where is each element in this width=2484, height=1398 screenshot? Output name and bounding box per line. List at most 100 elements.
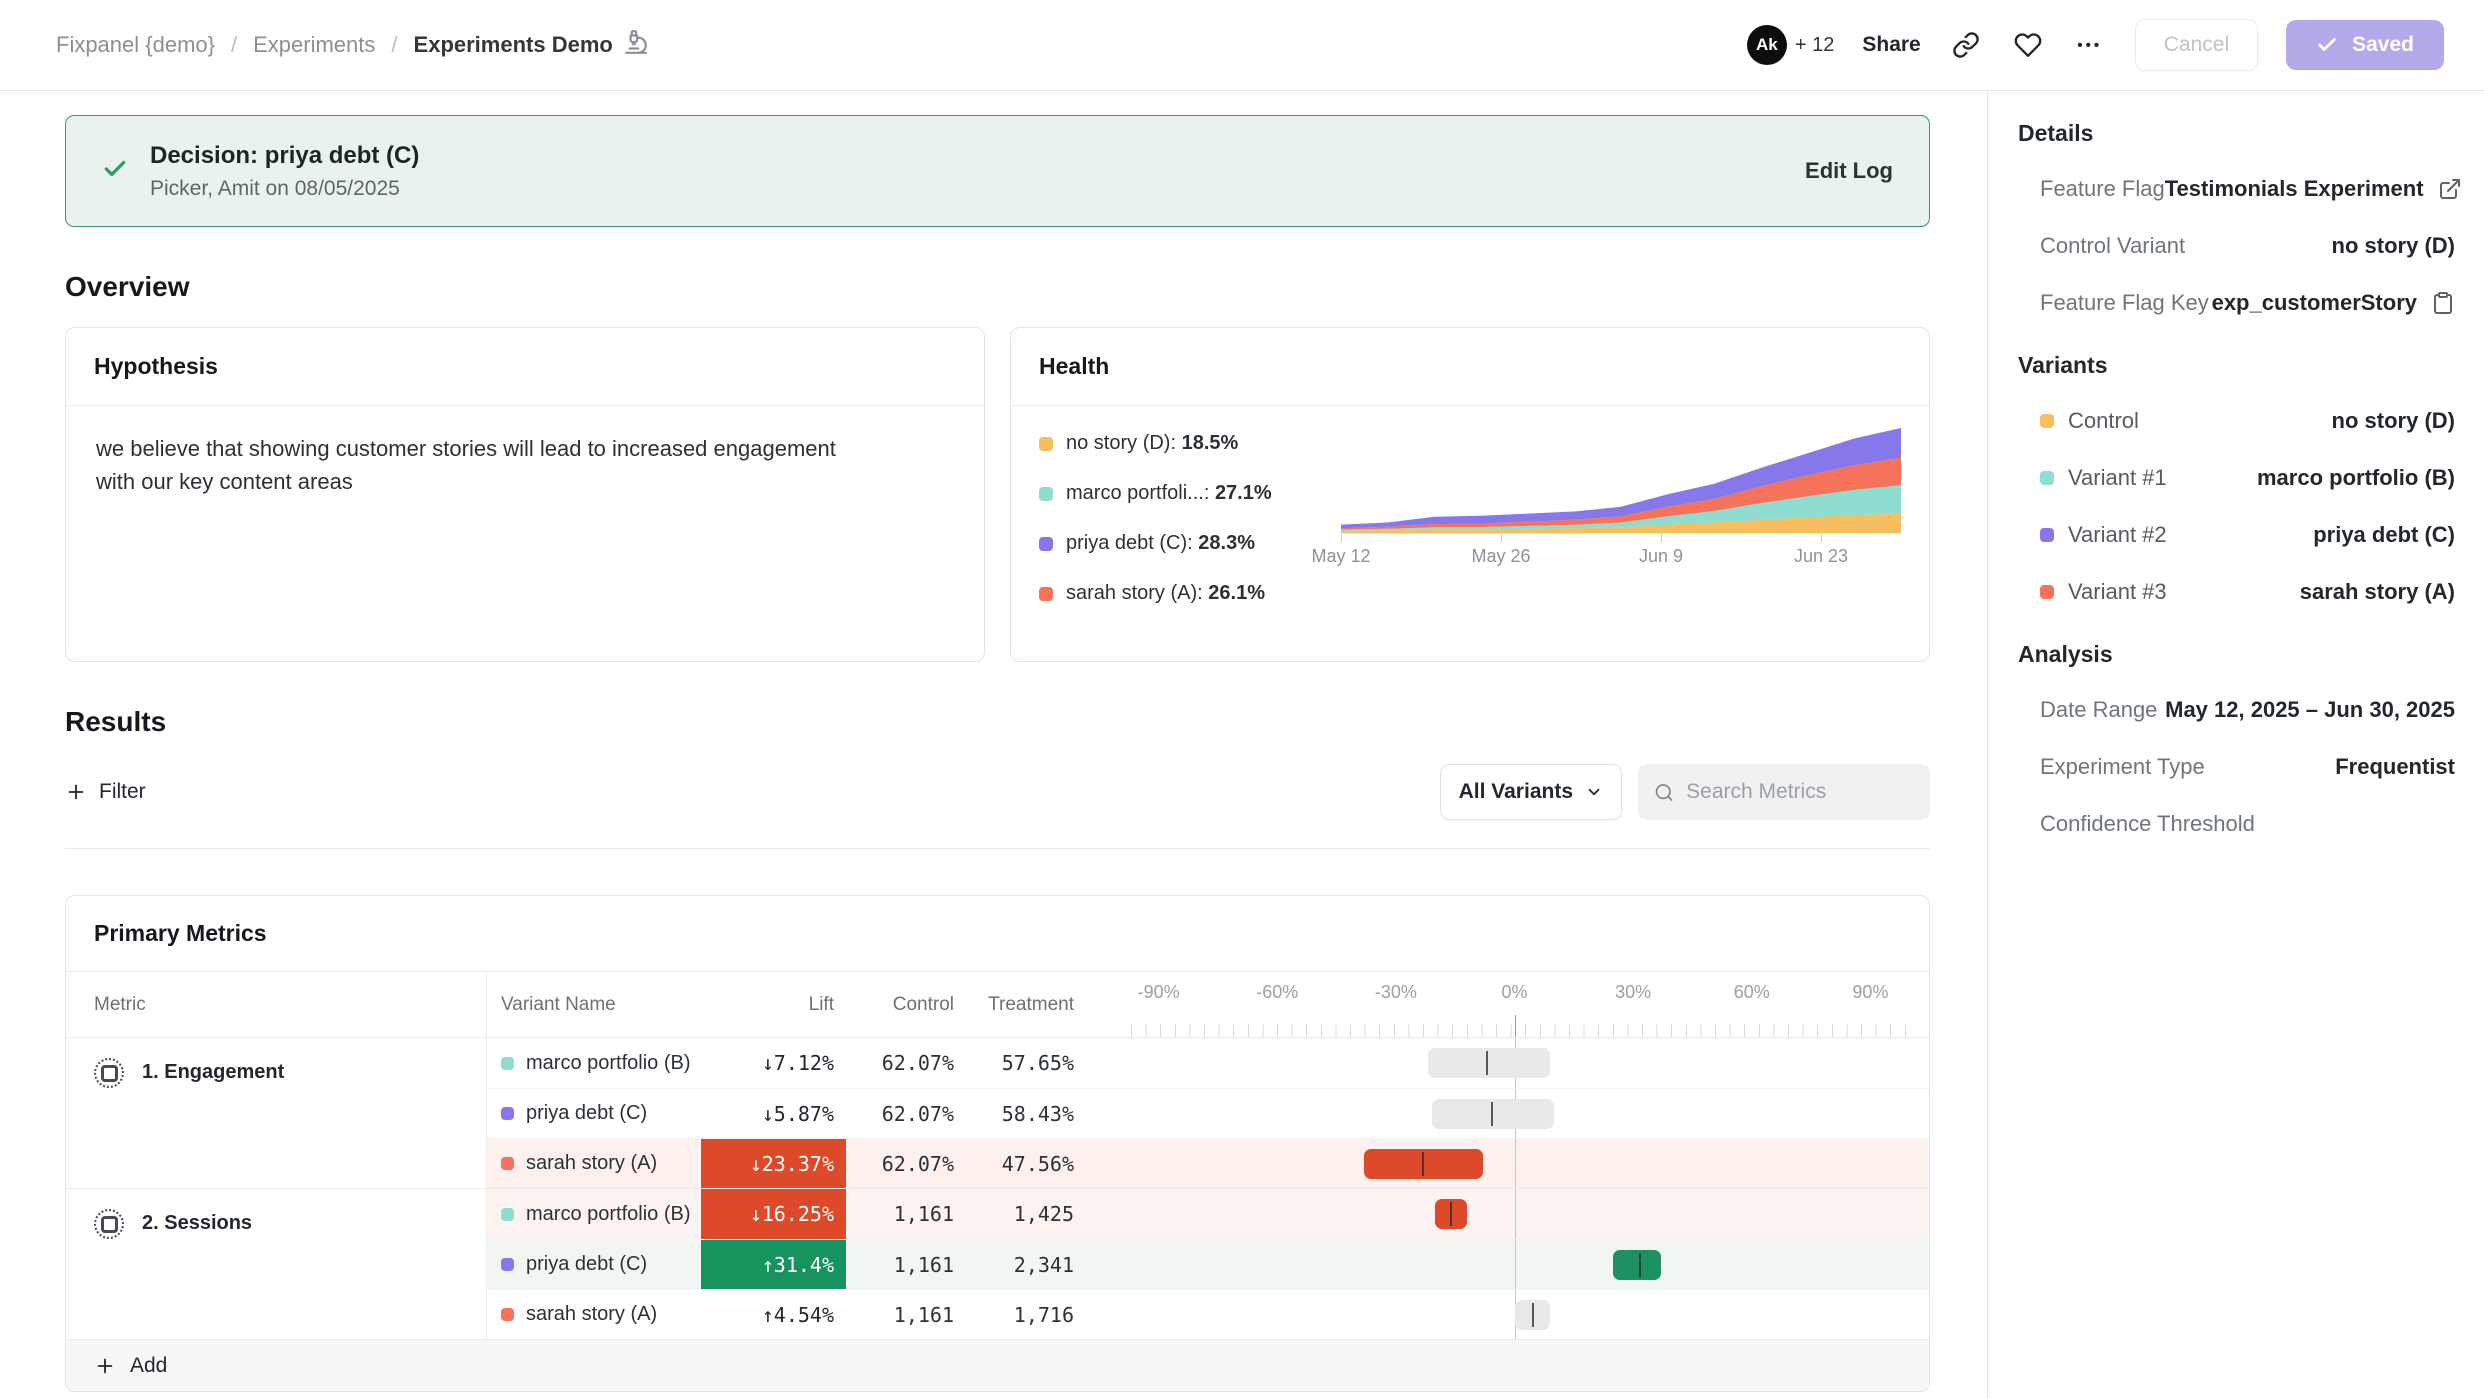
analysis-section: Analysis Date RangeMay 12, 2025 – Jun 30… — [2018, 641, 2455, 837]
lift-value: ↓23.37% — [701, 1139, 846, 1188]
confidence-interval-bar — [1435, 1199, 1467, 1229]
cancel-button[interactable]: Cancel — [2135, 19, 2258, 71]
confidence-interval-cell — [1131, 1290, 1906, 1339]
control-value: 1,161 — [846, 1290, 966, 1339]
column-control: Control — [846, 972, 966, 1037]
variant-name: marco portfolio (B) — [526, 1052, 691, 1075]
primary-metrics-card: Primary Metrics Metric Variant Name Lift… — [65, 895, 1930, 1392]
breadcrumb-separator: / — [231, 32, 237, 58]
treatment-value: 1,716 — [966, 1290, 1086, 1339]
lift-cell: ↓7.12% — [701, 1038, 846, 1088]
x-tick-label: Jun 9 — [1639, 546, 1683, 567]
row-value[interactable]: Testimonials Experiment — [2165, 176, 2424, 202]
zero-line — [1515, 1189, 1516, 1239]
axis-tick-label: 90% — [1852, 982, 1888, 1003]
details-sidebar: Details Feature FlagTestimonials Experim… — [1987, 91, 2484, 1398]
row-value: priya debt (C) — [2313, 522, 2455, 548]
row-value[interactable]: exp_customerStory — [2212, 290, 2417, 316]
variant-cell: sarah story (A) — [487, 1139, 701, 1188]
column-treatment: Treatment — [966, 972, 1086, 1037]
variant-swatch — [501, 1107, 514, 1120]
add-metric-button[interactable]: Add — [66, 1339, 1929, 1391]
favorite-heart-icon[interactable] — [2011, 28, 2045, 62]
lift-cell: ↓16.25% — [701, 1189, 846, 1239]
variant-name: marco portfolio (B) — [526, 1203, 691, 1226]
x-tick — [1661, 534, 1662, 542]
metric-name: 2. Sessions — [142, 1212, 252, 1235]
lift-value: ↑4.54% — [701, 1290, 846, 1339]
metric-variant-row[interactable]: priya debt (C)↑31.4%1,1612,341 — [487, 1239, 1929, 1289]
main-content: Decision: priya debt (C) Picker, Amit on… — [0, 91, 1987, 1398]
variant-swatch — [501, 1208, 514, 1221]
breadcrumb-item[interactable]: Experiments — [253, 32, 375, 58]
lift-value: ↓16.25% — [701, 1189, 846, 1239]
legend-item: priya debt (C): 28.3% — [1039, 532, 1331, 555]
x-tick — [1821, 534, 1822, 542]
ci-center-tick — [1491, 1102, 1493, 1126]
metric-cell[interactable]: 1. Engagement — [66, 1038, 487, 1188]
decision-title: Decision: priya debt (C) — [150, 142, 419, 170]
external-link-icon[interactable] — [2438, 177, 2462, 201]
row-label: Experiment Type — [2040, 754, 2205, 780]
breadcrumb-item[interactable]: Experiments Demo — [414, 29, 649, 61]
metric-variant-row[interactable]: sarah story (A)↑4.54%1,1611,716 — [487, 1289, 1929, 1339]
metric-variant-row[interactable]: marco portfolio (B)↓7.12%62.07%57.65% — [487, 1038, 1929, 1088]
details-row: Control Variantno story (D) — [2018, 232, 2455, 259]
ci-center-tick — [1639, 1253, 1641, 1277]
axis-tick-label: 30% — [1615, 982, 1651, 1003]
avatar[interactable]: Ak — [1747, 25, 1787, 65]
axis-tick-label: 60% — [1734, 982, 1770, 1003]
lift-axis: -90%-60%-30%0%30%60%90% — [1131, 972, 1906, 1037]
treatment-value: 47.56% — [966, 1139, 1086, 1188]
avatar-overflow-count[interactable]: + 12 — [1795, 34, 1834, 57]
share-button[interactable]: Share — [1862, 33, 1920, 57]
add-filter-button[interactable]: Filter — [65, 780, 146, 804]
clipboard-icon[interactable] — [2431, 291, 2455, 315]
confidence-interval-bar — [1613, 1250, 1660, 1280]
metric-rows: marco portfolio (B)↓16.25%1,1611,425priy… — [487, 1189, 1929, 1339]
metrics-table-header: Metric Variant Name Lift Control Treatme… — [66, 972, 1929, 1038]
plus-icon — [94, 1355, 116, 1377]
metric-variant-row[interactable]: sarah story (A)↓23.37%62.07%47.56% — [487, 1138, 1929, 1188]
metric-target-icon — [94, 1058, 124, 1088]
metric-cell[interactable]: 2. Sessions — [66, 1189, 487, 1339]
confidence-interval-bar — [1428, 1048, 1551, 1078]
variant-cell: priya debt (C) — [487, 1240, 701, 1289]
variants-row: Variant #1marco portfolio (B) — [2018, 464, 2455, 491]
lift-cell: ↑31.4% — [701, 1240, 846, 1289]
copy-link-icon[interactable] — [1949, 28, 1983, 62]
control-value: 62.07% — [846, 1038, 966, 1088]
metric-variant-row[interactable]: priya debt (C)↓5.87%62.07%58.43% — [487, 1088, 1929, 1138]
search-icon — [1654, 781, 1674, 804]
variant-swatch — [501, 1308, 514, 1321]
breadcrumb-item[interactable]: Fixpanel {demo} — [56, 32, 215, 58]
legend-item: marco portfoli...: 27.1% — [1039, 482, 1331, 505]
chevron-down-icon — [1585, 783, 1603, 801]
hypothesis-title: Hypothesis — [94, 353, 218, 380]
details-section: Details Feature FlagTestimonials Experim… — [2018, 120, 2455, 316]
gap — [1086, 1240, 1131, 1289]
ci-center-tick — [1422, 1152, 1424, 1176]
variant-color-swatch — [2040, 585, 2054, 599]
lift-value: ↑31.4% — [701, 1240, 846, 1289]
decision-meta: Picker, Amit on 08/05/2025 — [150, 177, 419, 201]
row-value: sarah story (A) — [2300, 579, 2455, 605]
variant-cell: sarah story (A) — [487, 1290, 701, 1339]
saved-button[interactable]: Saved — [2286, 20, 2444, 70]
experiment-page: Fixpanel {demo}/Experiments/Experiments … — [0, 0, 2484, 1398]
metric-variant-row[interactable]: marco portfolio (B)↓16.25%1,1611,425 — [487, 1189, 1929, 1239]
edit-log-button[interactable]: Edit Log — [1805, 158, 1893, 184]
metric-search — [1638, 764, 1930, 820]
variant-filter-dropdown[interactable]: All Variants — [1440, 764, 1622, 820]
gap — [1086, 1038, 1131, 1088]
health-legend: no story (D): 18.5%marco portfoli...: 27… — [1011, 406, 1331, 661]
analysis-row: Date RangeMay 12, 2025 – Jun 30, 2025 — [2018, 696, 2455, 723]
control-value: 62.07% — [846, 1089, 966, 1138]
row-label: Variant #3 — [2068, 579, 2167, 605]
axis-tick-label: -90% — [1138, 982, 1180, 1003]
row-label: Feature Flag Key — [2040, 290, 2209, 316]
search-metrics-input[interactable] — [1686, 780, 1914, 804]
treatment-value: 58.43% — [966, 1089, 1086, 1138]
more-options-icon[interactable]: ••• — [2073, 28, 2107, 62]
health-x-axis: May 12May 26Jun 9Jun 23 — [1341, 534, 1901, 574]
